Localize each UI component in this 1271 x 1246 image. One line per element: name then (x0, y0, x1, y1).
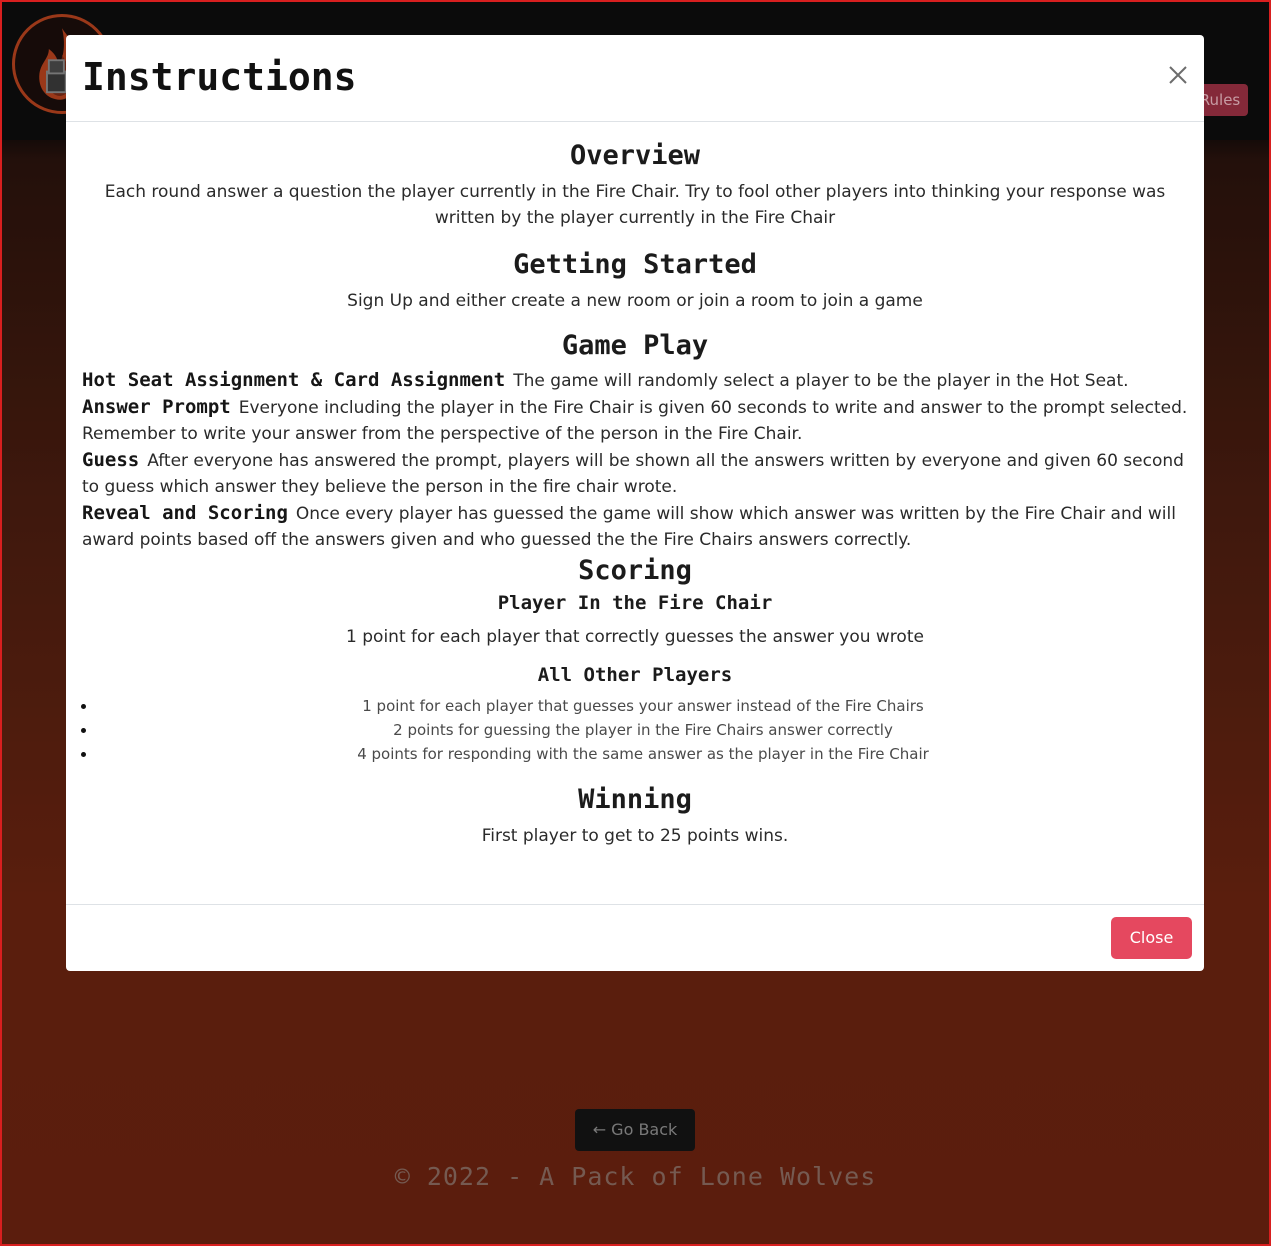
modal-header: Instructions (66, 35, 1204, 122)
close-button[interactable]: Close (1111, 917, 1192, 959)
modal-footer: Close (66, 904, 1204, 971)
getting-started-heading: Getting Started (513, 249, 757, 280)
getting-started-text: Sign Up and either create a new room or … (347, 291, 923, 311)
other-players-list: 1 point for each player that guesses you… (98, 694, 1188, 766)
game-play-desc: The game will randomly select a player t… (513, 371, 1129, 391)
game-play-item: Answer Prompt Everyone including the play… (82, 394, 1188, 447)
fire-chair-text: 1 point for each player that correctly g… (346, 627, 924, 647)
overview-heading: Overview (569, 140, 701, 171)
game-play-desc: Everyone including the player in the Fir… (82, 398, 1188, 444)
game-play-term: Answer Prompt (82, 396, 231, 418)
list-item: 2 points for guessing the player in the … (98, 718, 1188, 742)
game-play-term: Hot Seat Assignment & Card Assignment (82, 369, 506, 391)
game-play-desc: After everyone has answered the prompt, … (82, 451, 1184, 497)
list-item: 4 points for responding with the same an… (98, 742, 1188, 766)
overview-text: Each round answer a question the player … (104, 182, 1166, 228)
scoring-heading: Scoring (578, 555, 692, 586)
other-players-heading: All Other Players (537, 664, 733, 686)
winning-heading: Winning (578, 784, 692, 815)
game-play-term: Reveal and Scoring (82, 502, 288, 524)
modal-body: Overview Each round answer a question th… (66, 140, 1204, 849)
winning-text: First player to get to 25 points wins. (481, 826, 789, 846)
instructions-modal: Instructions Overview Each round answer … (66, 35, 1204, 971)
modal-title: Instructions (82, 55, 357, 99)
game-play-term: Guess (82, 449, 140, 471)
game-play-heading: Game Play (561, 330, 709, 361)
game-play-item: Hot Seat Assignment & Card Assignment The… (82, 367, 1188, 394)
game-play-item: Reveal and Scoring Once every player has … (82, 500, 1188, 553)
game-play-list: Hot Seat Assignment & Card Assignment The… (82, 367, 1188, 553)
close-icon[interactable] (1166, 63, 1190, 87)
fire-chair-heading: Player In the Fire Chair (497, 592, 773, 614)
game-play-item: Guess After everyone has answered the pro… (82, 447, 1188, 500)
list-item: 1 point for each player that guesses you… (98, 694, 1188, 718)
